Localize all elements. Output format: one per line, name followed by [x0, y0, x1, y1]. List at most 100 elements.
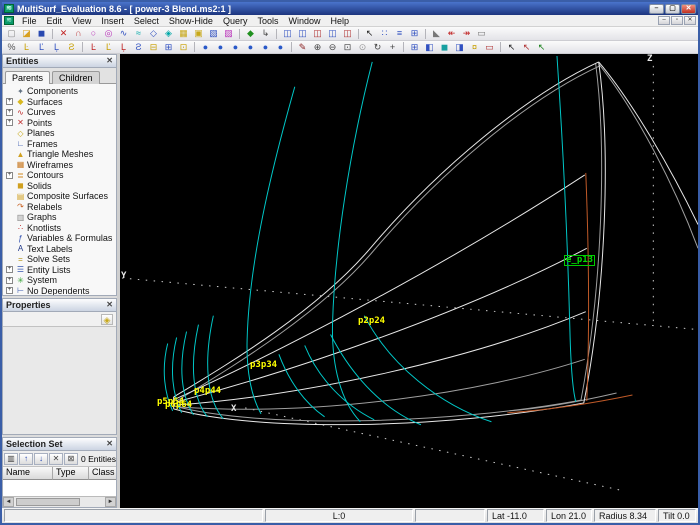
scroll-right-icon[interactable]: ► — [105, 497, 116, 507]
tree-item-entity-lists[interactable]: + ☰ Entity Lists — [6, 265, 116, 276]
move-up-icon[interactable]: ↑ — [19, 452, 33, 465]
show-selected-icon[interactable]: Ŀ — [19, 41, 34, 53]
window-cascade-icon[interactable]: ◫ — [280, 28, 295, 40]
expand-icon[interactable]: + — [6, 98, 13, 106]
mdi-close-button[interactable]: ✕ — [684, 16, 696, 25]
view-iso-icon[interactable]: ● — [243, 41, 258, 53]
pan-icon[interactable]: + — [385, 41, 400, 53]
show-children-icon[interactable]: Ļ — [49, 41, 64, 53]
screen-icon[interactable]: ▭ — [482, 41, 497, 53]
scroll-left-icon[interactable]: ◄ — [3, 497, 14, 507]
hidden-line-mode-icon[interactable]: ◧ — [422, 41, 437, 53]
scale-tool-icon[interactable]: % — [4, 41, 19, 53]
menu-view[interactable]: View — [67, 16, 96, 26]
column-header-type[interactable]: Type — [53, 467, 89, 480]
menu-tools[interactable]: Tools — [252, 16, 283, 26]
clear-selection-icon[interactable]: ⊠ — [64, 452, 78, 465]
zoom-out-icon[interactable]: ⊖ — [325, 41, 340, 53]
point-entity-icon[interactable]: ✕ — [56, 28, 71, 40]
select-pointer-icon[interactable]: ↖ — [362, 28, 377, 40]
tree-item-components[interactable]: ✦ Components — [6, 86, 116, 97]
close-icon[interactable]: ✕ — [106, 440, 113, 448]
hide-all-icon[interactable]: ⊟ — [146, 41, 161, 53]
bead-entity-icon[interactable]: ∩ — [71, 28, 86, 40]
tree-item-graphs[interactable]: ▥ Graphs — [6, 212, 116, 223]
tree-item-surfaces[interactable]: + ◆ Surfaces — [6, 97, 116, 108]
zoom-window-icon[interactable]: ⊡ — [340, 41, 355, 53]
tree-item-no-dependents[interactable]: + ⊢ No Dependents — [6, 286, 116, 295]
menu-edit[interactable]: Edit — [42, 16, 68, 26]
hide-selected-icon[interactable]: Ŀ — [86, 41, 101, 53]
patch-entity-icon[interactable]: ▣ — [191, 28, 206, 40]
zoom-previous-icon[interactable]: ⊙ — [355, 41, 370, 53]
window-close-all-icon[interactable]: ◫ — [340, 28, 355, 40]
view-perspective-icon[interactable]: ● — [258, 41, 273, 53]
view-custom-icon[interactable]: ● — [273, 41, 288, 53]
zoom-in-icon[interactable]: ⊕ — [310, 41, 325, 53]
blend-surface-icon[interactable]: ◈ — [161, 28, 176, 40]
mdi-minimize-button[interactable]: – — [658, 16, 670, 25]
minimize-button[interactable]: – — [649, 3, 664, 14]
tree-item-composite-surfaces[interactable]: ▤ Composite Surfaces — [6, 191, 116, 202]
scrollbar-thumb[interactable] — [16, 498, 80, 506]
net-entity-icon[interactable]: ▦ — [176, 28, 191, 40]
close-button[interactable]: ✕ — [681, 3, 696, 14]
tree-item-frames[interactable]: ∟ Frames — [6, 139, 116, 150]
viewport-3d[interactable]: Z Y Xp2p24 p3p34 p4p44 p5p54 p6p64 e_p13 — [120, 54, 698, 508]
render-mode-icon[interactable]: ◨ — [452, 41, 467, 53]
view-profile-icon[interactable]: ● — [228, 41, 243, 53]
column-layout-icon[interactable]: ▥ — [4, 452, 18, 465]
show-all-icon[interactable]: ⊞ — [161, 41, 176, 53]
measure-icon[interactable]: ◣ — [429, 28, 444, 40]
snake-entity-icon[interactable]: ≈ — [131, 28, 146, 40]
tree-item-points[interactable]: + ✕ Points — [6, 118, 116, 129]
tree-item-planes[interactable]: ◇ Planes — [6, 128, 116, 139]
solid-entity-icon[interactable]: ▧ — [206, 28, 221, 40]
window-split-icon[interactable]: ◫ — [325, 28, 340, 40]
menu-show-hide[interactable]: Show-Hide — [164, 16, 218, 26]
view-plan-icon[interactable]: ● — [213, 41, 228, 53]
ring-entity-icon[interactable]: ○ — [86, 28, 101, 40]
sketch-zoom-icon[interactable]: ✎ — [295, 41, 310, 53]
open-file-icon[interactable]: ◪ — [19, 28, 34, 40]
scrollbar-track[interactable] — [14, 497, 105, 507]
select-query-icon[interactable]: ↖ — [534, 41, 549, 53]
select-add-icon[interactable]: ∷ — [377, 28, 392, 40]
tree-item-curves[interactable]: + ∿ Curves — [6, 107, 116, 118]
tree-item-system[interactable]: + ✳ System — [6, 275, 116, 286]
menu-select[interactable]: Select — [129, 16, 164, 26]
invert-visibility-icon[interactable]: ⊡ — [176, 41, 191, 53]
view-body-icon[interactable]: ● — [198, 41, 213, 53]
light-icon[interactable]: ¤ — [467, 41, 482, 53]
menu-help[interactable]: Help — [326, 16, 355, 26]
show-class-icon[interactable]: Ƨ — [64, 41, 79, 53]
move-down-icon[interactable]: ↓ — [34, 452, 48, 465]
tab-parents[interactable]: Parents — [5, 71, 51, 84]
composite-entity-icon[interactable]: ▨ — [221, 28, 236, 40]
properties-options-icon[interactable]: ◈ — [101, 313, 113, 325]
save-icon[interactable]: ◼ — [34, 28, 49, 40]
select-mode-icon[interactable]: ↖ — [504, 41, 519, 53]
tree-item-solids[interactable]: ◼ Solids — [6, 181, 116, 192]
rotate-view-icon[interactable]: ↻ — [370, 41, 385, 53]
tree-item-contours[interactable]: + ≣ Contours — [6, 170, 116, 181]
tree-item-knotlists[interactable]: ∴ Knotlists — [6, 223, 116, 234]
snapshot-icon[interactable]: ▭ — [474, 28, 489, 40]
window-new-icon[interactable]: ◫ — [310, 28, 325, 40]
deselect-mode-icon[interactable]: ↖ — [519, 41, 534, 53]
maximize-button[interactable]: ▢ — [665, 3, 680, 14]
edit-entity-icon[interactable]: ↳ — [258, 28, 273, 40]
close-icon[interactable]: ✕ — [106, 57, 113, 65]
column-header-name[interactable]: Name — [3, 467, 53, 480]
wireframe-mode-icon[interactable]: ⊞ — [407, 41, 422, 53]
tree-item-variables-formulas[interactable]: ƒ Variables & Formulas — [6, 233, 116, 244]
next-view-icon[interactable]: ↠ — [459, 28, 474, 40]
previous-view-icon[interactable]: ↞ — [444, 28, 459, 40]
hide-parents-icon[interactable]: Ľ — [101, 41, 116, 53]
tree-item-solve-sets[interactable]: = Solve Sets — [6, 254, 116, 265]
surface-entity-icon[interactable]: ◇ — [146, 28, 161, 40]
select-subtract-icon[interactable]: ≡ — [392, 28, 407, 40]
expand-icon[interactable]: + — [6, 276, 13, 284]
expand-icon[interactable]: + — [6, 287, 13, 295]
menu-query[interactable]: Query — [218, 16, 253, 26]
